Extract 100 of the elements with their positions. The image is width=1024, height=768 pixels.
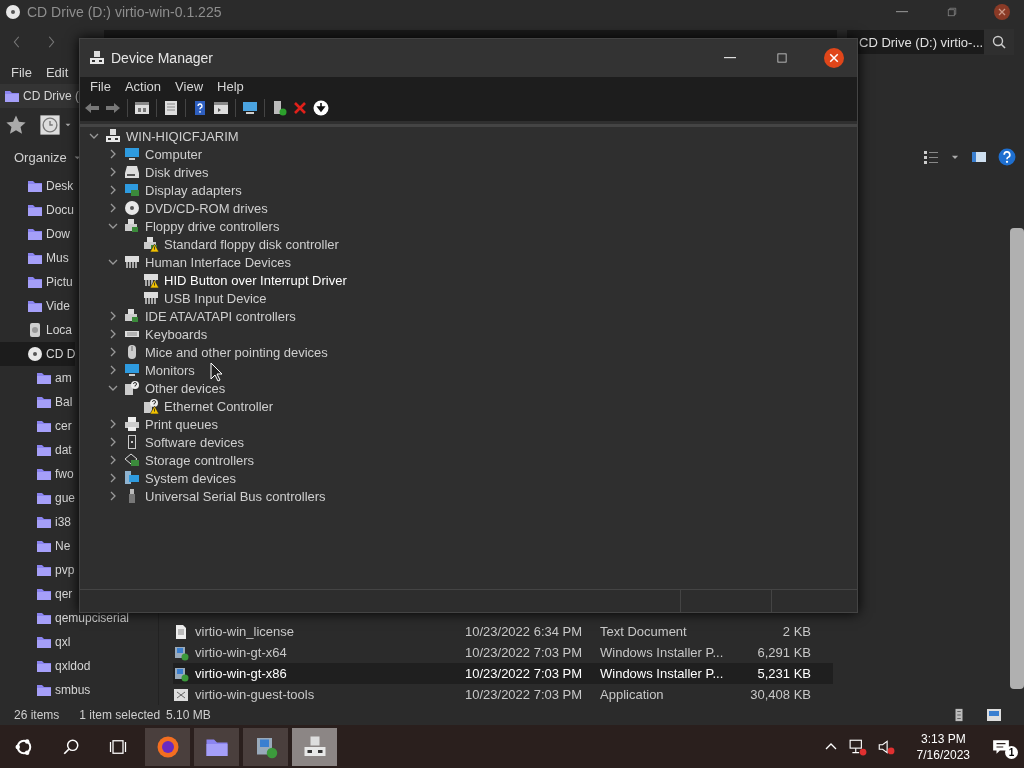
volume-muted-icon[interactable]: [876, 737, 895, 756]
notification-button[interactable]: 1: [992, 734, 1018, 759]
folder-icon: [36, 682, 52, 698]
delete-icon[interactable]: [292, 100, 308, 116]
folder-icon: [36, 418, 52, 434]
scrollbar-thumb[interactable]: [1010, 228, 1024, 689]
window-icon[interactable]: [134, 100, 150, 116]
list-icon[interactable]: [163, 100, 179, 116]
menu-item[interactable]: Help: [210, 78, 251, 94]
tree-item[interactable]: Mice and other pointing devices: [86, 343, 328, 361]
tree-item[interactable]: Other devices: [86, 379, 226, 397]
help-icon[interactable]: [192, 100, 208, 116]
folder-icon: [36, 514, 52, 530]
tree-item[interactable]: USB Input Device: [86, 289, 267, 307]
file-row[interactable]: virtio-win_license 10/23/2022 6:34 PM Text Document 2 KB: [173, 621, 833, 642]
tree-item[interactable]: Print queues: [86, 415, 218, 433]
taskbar-app[interactable]: [194, 727, 239, 766]
sidebar-item[interactable]: gue: [0, 486, 76, 510]
sidebar-item[interactable]: Pictu: [0, 270, 73, 294]
forward-arrow-icon[interactable]: [105, 100, 121, 116]
search-button[interactable]: [984, 29, 1014, 55]
date-cell-text: 10/23/2022 6:34 PM: [465, 624, 584, 639]
menu-item[interactable]: File: [4, 64, 39, 80]
installer-icon: [173, 644, 189, 661]
thumbnails-view-icon[interactable]: [986, 707, 1002, 723]
sidebar-item[interactable]: cer: [0, 414, 72, 438]
document-icon: [173, 623, 189, 640]
tab[interactable]: CD Drive (: [0, 84, 79, 108]
sidebar-item[interactable]: i38: [0, 510, 71, 534]
date-cell-text: 10/23/2022 7:03 PM: [465, 687, 584, 702]
tree-item[interactable]: Keyboards: [86, 325, 208, 343]
tree-item[interactable]: Universal Serial Bus controllers: [86, 487, 326, 505]
taskbar-app[interactable]: [145, 727, 190, 766]
tree-item[interactable]: DVD/CD-ROM drives: [86, 199, 268, 217]
menu-item[interactable]: Edit: [38, 64, 76, 80]
tree-item[interactable]: Disk drives: [86, 163, 209, 181]
taskbar-app[interactable]: [292, 727, 337, 766]
folder-icon: [36, 634, 52, 650]
sidebar-item[interactable]: pvp: [0, 558, 75, 582]
menu-item[interactable]: Action: [117, 78, 169, 94]
sidebar-item[interactable]: Dow: [0, 222, 70, 246]
panel-icon[interactable]: [213, 100, 229, 116]
disc-icon: [27, 346, 43, 362]
sidebar-item[interactable]: dat: [0, 438, 72, 462]
computer-icon: [105, 128, 121, 144]
help-icon[interactable]: [998, 148, 1016, 166]
tree-item[interactable]: Standard floppy disk controller: [86, 235, 339, 253]
sidebar-item[interactable]: Vide: [0, 294, 70, 318]
search-field[interactable]: CD Drive (D:) virtio-...: [847, 30, 984, 54]
sidebar-item[interactable]: qxldod: [0, 654, 91, 678]
file-row[interactable]: virtio-win-gt-x86 10/23/2022 7:03 PM Windows Installer P... 5,231 KB: [173, 663, 833, 684]
sidebar-item[interactable]: am: [0, 366, 72, 390]
drive-icon: [124, 164, 140, 180]
clock[interactable]: 3:13 PM 7/16/2023: [916, 730, 970, 763]
clock-icon[interactable]: [39, 114, 61, 136]
sidebar-item[interactable]: Ne: [0, 534, 71, 558]
monitor-icon[interactable]: [242, 100, 258, 116]
back-arrow-icon[interactable]: [84, 100, 100, 116]
tree-item[interactable]: Software devices: [86, 433, 244, 451]
pane-icon[interactable]: [970, 149, 988, 165]
tree-item[interactable]: Storage controllers: [86, 451, 255, 469]
application-icon: [173, 686, 189, 703]
file-name: virtio-win-guest-tools: [195, 687, 316, 702]
file-row[interactable]: virtio-win-guest-tools 10/23/2022 7:03 PM Application 30,408 KB: [173, 684, 833, 705]
tree-item[interactable]: Display adapters: [86, 181, 242, 199]
folder-icon: [36, 370, 52, 386]
sidebar-item[interactable]: fwo: [0, 462, 74, 486]
tree-item[interactable]: Monitors: [86, 361, 195, 379]
tree-item[interactable]: Floppy drive controllers: [86, 217, 280, 235]
sidebar-item[interactable]: Bal: [0, 390, 73, 414]
menu-item[interactable]: File: [83, 78, 118, 94]
sidebar-item[interactable]: qxl: [0, 630, 71, 654]
tree-item[interactable]: Human Interface Devices: [86, 253, 291, 271]
network-offline-icon[interactable]: [848, 737, 867, 756]
selection-size: 5.10 MB: [166, 708, 211, 722]
tree-item[interactable]: HID Button over Interrupt Driver: [86, 271, 347, 289]
tree-item[interactable]: Computer: [86, 145, 203, 163]
storage-icon: [124, 452, 140, 468]
sidebar-item[interactable]: Desk: [0, 174, 74, 198]
question-device-icon: [124, 380, 140, 396]
sidebar-item[interactable]: CD D: [0, 342, 76, 366]
keyboard-device-warning-icon: [143, 272, 159, 288]
sidebar-item[interactable]: Mus: [0, 246, 69, 270]
star-icon[interactable]: [5, 114, 27, 136]
list-view-icon[interactable]: [922, 149, 940, 165]
tree-item[interactable]: System devices: [86, 469, 237, 487]
device-add-icon[interactable]: [271, 100, 287, 116]
menu-item[interactable]: View: [168, 78, 211, 94]
organize-button[interactable]: Organize: [14, 149, 82, 165]
tree-item[interactable]: WIN-HIQICFJARIM: [86, 127, 239, 145]
sidebar-item[interactable]: Docu: [0, 198, 74, 222]
sidebar-item[interactable]: smbus: [0, 678, 91, 702]
sidebar-item[interactable]: Loca: [0, 318, 73, 342]
sidebar-item[interactable]: qemupciserial: [0, 606, 130, 630]
tree-item[interactable]: Ethernet Controller: [86, 397, 274, 415]
taskbar-app[interactable]: [243, 727, 288, 766]
computer-icon: [302, 734, 327, 759]
tree-item[interactable]: IDE ATA/ATAPI controllers: [86, 307, 296, 325]
file-row[interactable]: virtio-win-gt-x64 10/23/2022 7:03 PM Windows Installer P... 6,291 KB: [173, 642, 833, 663]
sidebar-item[interactable]: qer: [0, 582, 73, 606]
